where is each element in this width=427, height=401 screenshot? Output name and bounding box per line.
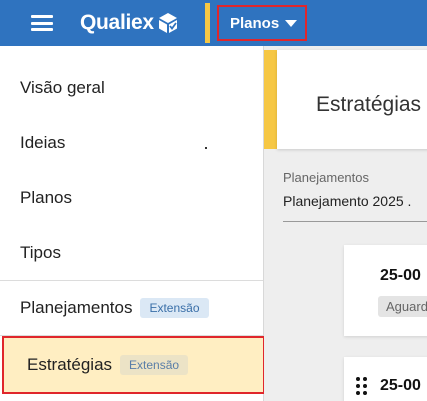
sidebar-item-label: Ideias — [20, 132, 66, 152]
header-divider — [205, 3, 210, 43]
page-title: Estratégias — [316, 93, 422, 116]
strategy-code: 25-00 — [380, 377, 421, 394]
sidebar-item-ideias[interactable]: Ideias — [0, 115, 263, 170]
field-underline — [283, 221, 427, 222]
planejamento-select[interactable]: Planejamento 2025 . — [283, 193, 411, 209]
sidebar-nav: Visão geral Ideias Planos Tipos Planejam… — [0, 46, 265, 401]
module-selector-button[interactable]: Planos — [217, 5, 307, 41]
brand-logo[interactable]: Qualiex — [80, 11, 179, 35]
status-badge: Aguard — [378, 296, 427, 317]
sidebar-item-tipos[interactable]: Tipos — [0, 225, 263, 280]
qualiex-cube-logo-icon — [158, 13, 177, 33]
sidebar-item-label: Visão geral — [20, 77, 105, 97]
sidebar-item-planos[interactable]: Planos — [0, 170, 263, 225]
caret-down-icon — [285, 19, 298, 27]
hamburger-menu-icon[interactable] — [31, 15, 53, 31]
extension-badge: Extensão — [140, 297, 209, 318]
sidebar-item-visao-geral[interactable]: Visão geral — [0, 60, 263, 115]
brand-name: Qualiex — [80, 11, 154, 34]
extension-badge: Extensão — [120, 355, 189, 375]
module-selector-label: Planos — [230, 14, 280, 32]
sidebar-item-label: Planejamentos — [20, 297, 133, 317]
page-header-card: Estratégias — [277, 50, 427, 149]
filter-label: Planejamentos — [283, 170, 369, 185]
header-accent-strip — [264, 50, 277, 149]
sidebar-item-estrategias[interactable]: Estratégias Extensão — [2, 336, 265, 394]
sidebar-item-label: Planos — [20, 187, 72, 207]
drag-handle-icon[interactable] — [356, 377, 368, 395]
main-content: Estratégias Planejamentos Planejamento 2… — [264, 46, 427, 401]
strategy-card[interactable]: 25-00 Aguard — [344, 245, 427, 336]
sidebar-item-label: Estratégias — [27, 355, 113, 374]
strategy-card[interactable]: 25-00 — [344, 357, 427, 401]
strategy-code: 25-00 — [380, 267, 421, 284]
sidebar-item-planejamentos[interactable]: Planejamentos Extensão — [0, 280, 263, 335]
sidebar-item-label: Tipos — [20, 242, 61, 262]
top-app-bar: Qualiex Planos — [0, 0, 427, 46]
